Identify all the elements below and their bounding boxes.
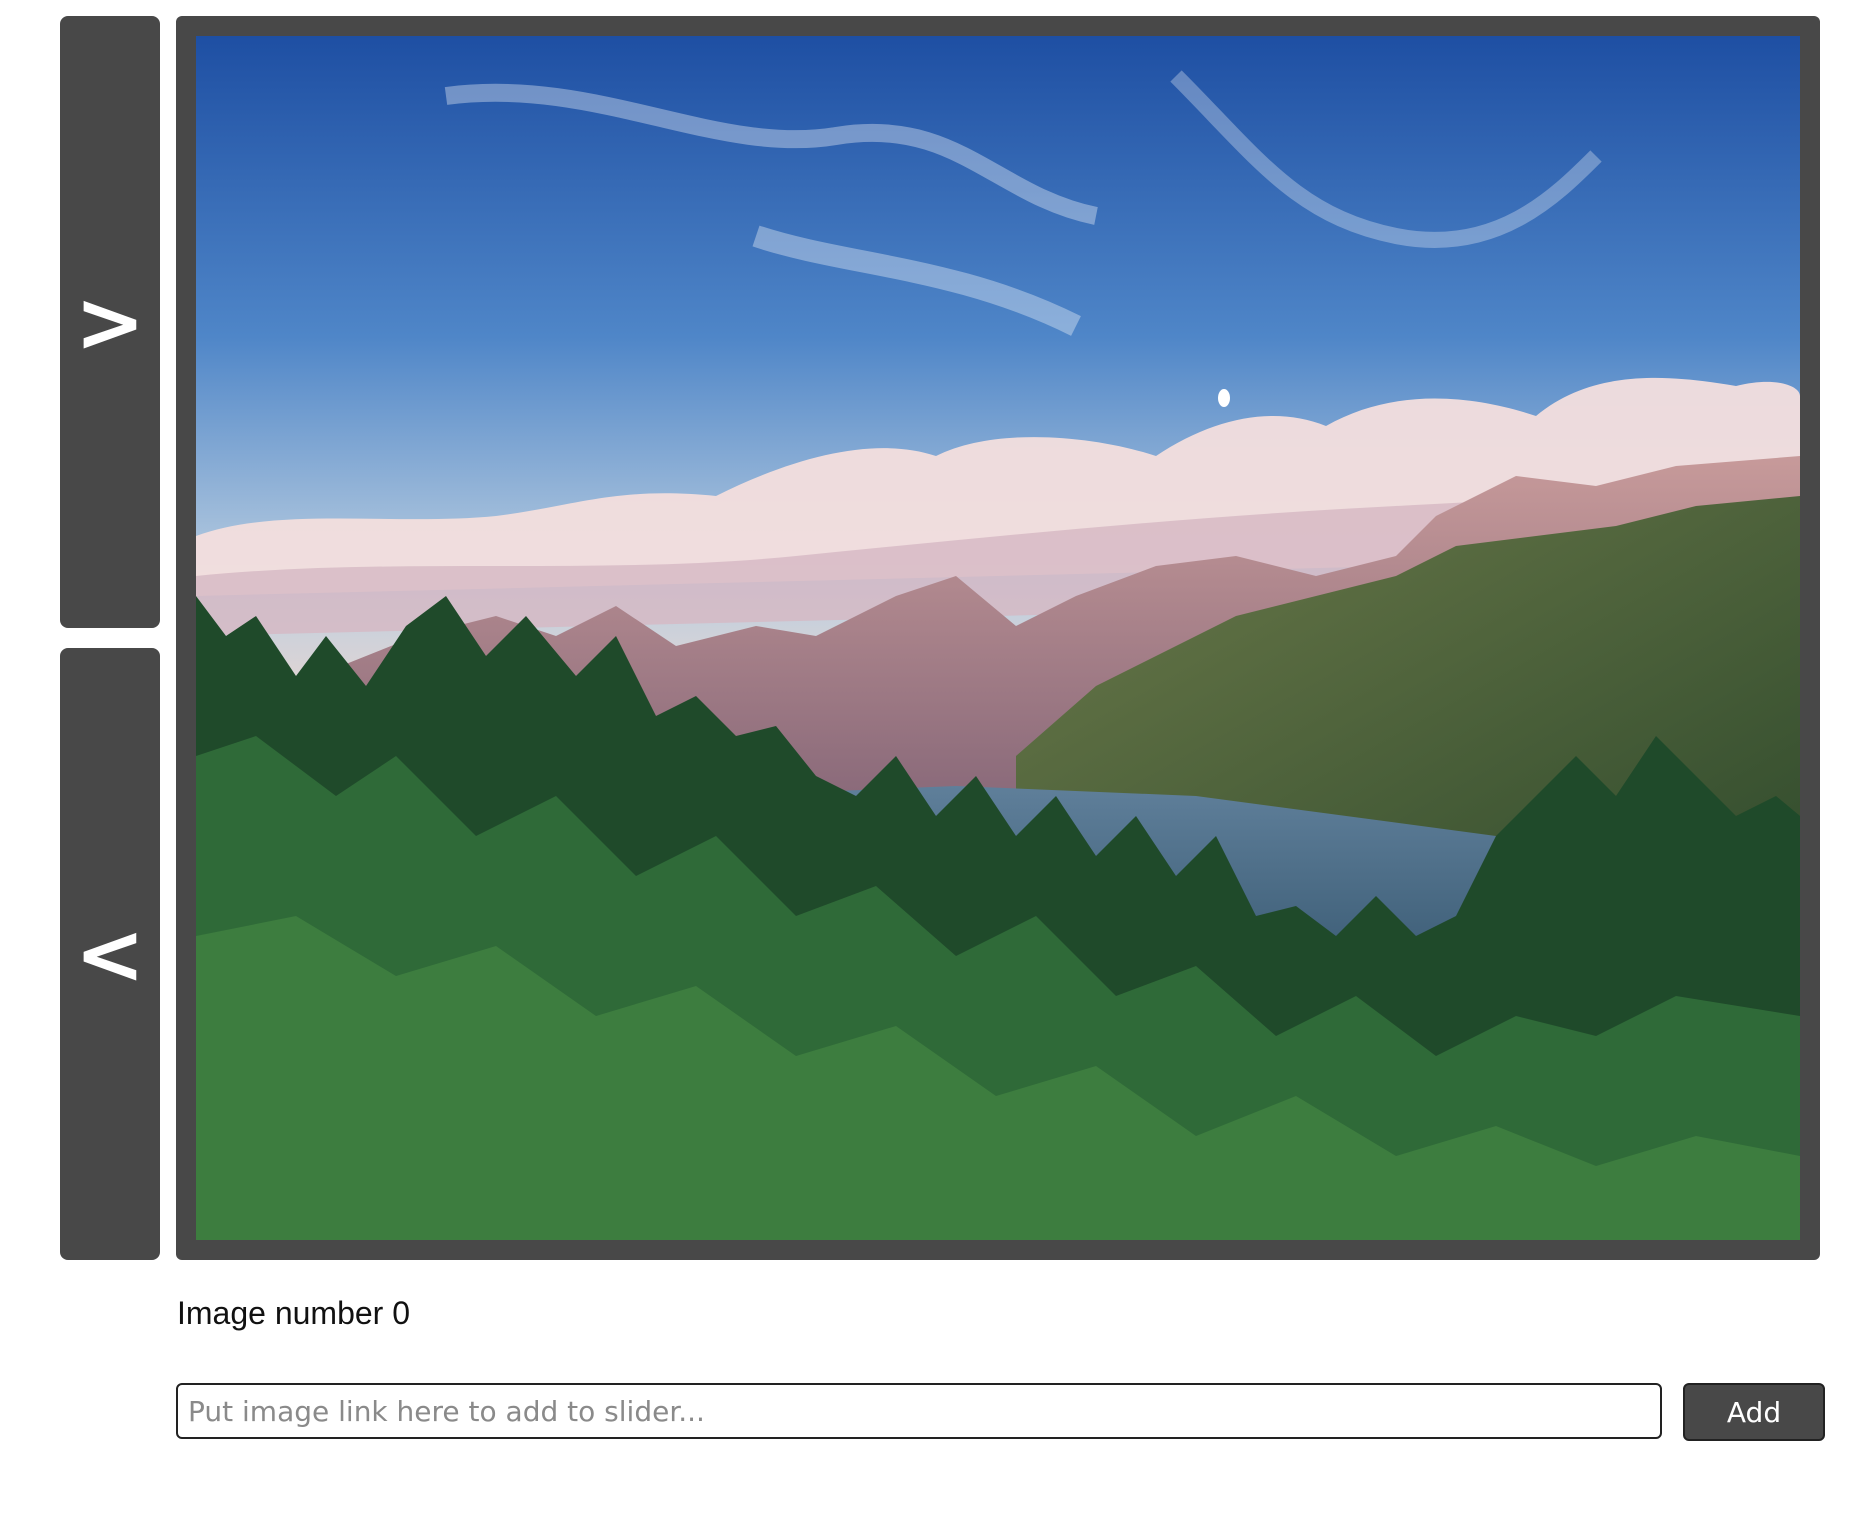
slider-frame <box>176 16 1820 1260</box>
slider-image <box>196 36 1800 1240</box>
chevron-right-icon: > <box>74 273 146 371</box>
next-image-button[interactable]: > <box>60 16 160 628</box>
previous-image-button[interactable]: < <box>60 648 160 1260</box>
image-number-caption: Image number 0 <box>177 1295 411 1331</box>
image-url-input[interactable] <box>176 1383 1662 1439</box>
add-image-button[interactable]: Add <box>1683 1383 1825 1441</box>
chevron-left-icon: < <box>74 905 146 1003</box>
